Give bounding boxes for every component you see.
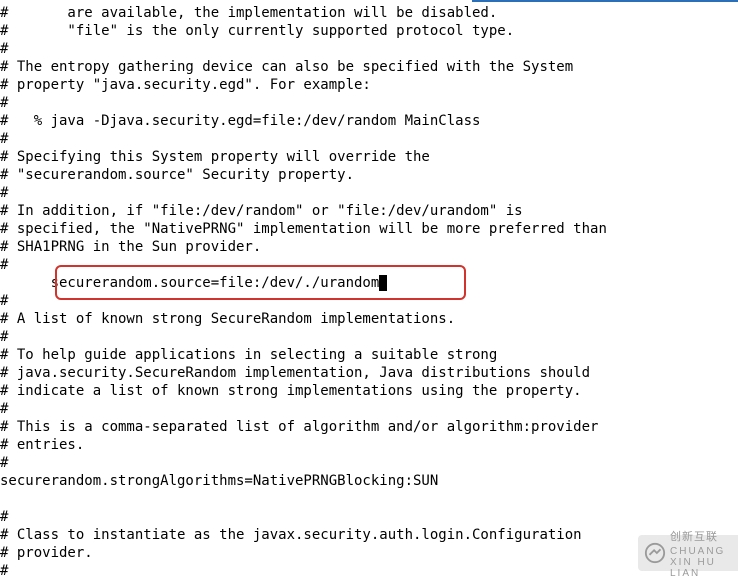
terminal-line: # % java -Djava.security.egd=file:/dev/r… — [0, 112, 738, 130]
terminal-line: # — [0, 292, 738, 310]
window-accent-bar — [472, 0, 738, 2]
terminal-line: # In addition, if "file:/dev/random" or … — [0, 202, 738, 220]
text-cursor — [379, 275, 387, 291]
terminal-line: # — [0, 184, 738, 202]
terminal-line: # — [0, 94, 738, 112]
terminal-line: securerandom.strongAlgorithms=NativePRNG… — [0, 472, 738, 490]
terminal-line: # This is a comma-separated list of algo… — [0, 418, 738, 436]
terminal-line — [0, 490, 738, 508]
terminal-line: # "file" is the only currently supported… — [0, 22, 738, 40]
terminal-line: # "securerandom.source" Security propert… — [0, 166, 738, 184]
terminal-line: # Class to instantiate as the javax.secu… — [0, 526, 738, 544]
terminal-line: # property "java.security.egd". For exam… — [0, 76, 738, 94]
terminal-line: # A list of known strong SecureRandom im… — [0, 310, 738, 328]
terminal-line: # entries. — [0, 436, 738, 454]
terminal-line: # — [0, 130, 738, 148]
terminal-line: # Specifying this System property will o… — [0, 148, 738, 166]
terminal-line: # — [0, 400, 738, 418]
terminal-line: # indicate a list of known strong implem… — [0, 382, 738, 400]
terminal-line: # provider. — [0, 544, 738, 562]
terminal-line: # are available, the implementation will… — [0, 4, 738, 22]
terminal-line: # specified, the "NativePRNG" implementa… — [0, 220, 738, 238]
watermark-text-en: CHUANG XIN HU LIAN — [670, 546, 732, 577]
terminal-line: securerandom.source=file:/dev/./urandom — [0, 274, 738, 292]
terminal-line: # To help guide applications in selectin… — [0, 346, 738, 364]
terminal-line: # — [0, 454, 738, 472]
terminal-line: # java.security.SecureRandom implementat… — [0, 364, 738, 382]
watermark-badge: 创新互联 CHUANG XIN HU LIAN — [638, 535, 738, 571]
watermark-text-zh: 创新互联 — [670, 528, 732, 546]
terminal-viewport[interactable]: # are available, the implementation will… — [0, 4, 738, 577]
terminal-line: # — [0, 40, 738, 58]
watermark-logo-icon — [644, 542, 666, 564]
terminal-line: # SHA1PRNG in the Sun provider. — [0, 238, 738, 256]
terminal-line: # The entropy gathering device can also … — [0, 58, 738, 76]
terminal-line: # — [0, 256, 738, 274]
window-top-strip — [0, 0, 738, 2]
terminal-line: # — [0, 508, 738, 526]
terminal-line: # — [0, 328, 738, 346]
terminal-line: # — [0, 562, 738, 577]
